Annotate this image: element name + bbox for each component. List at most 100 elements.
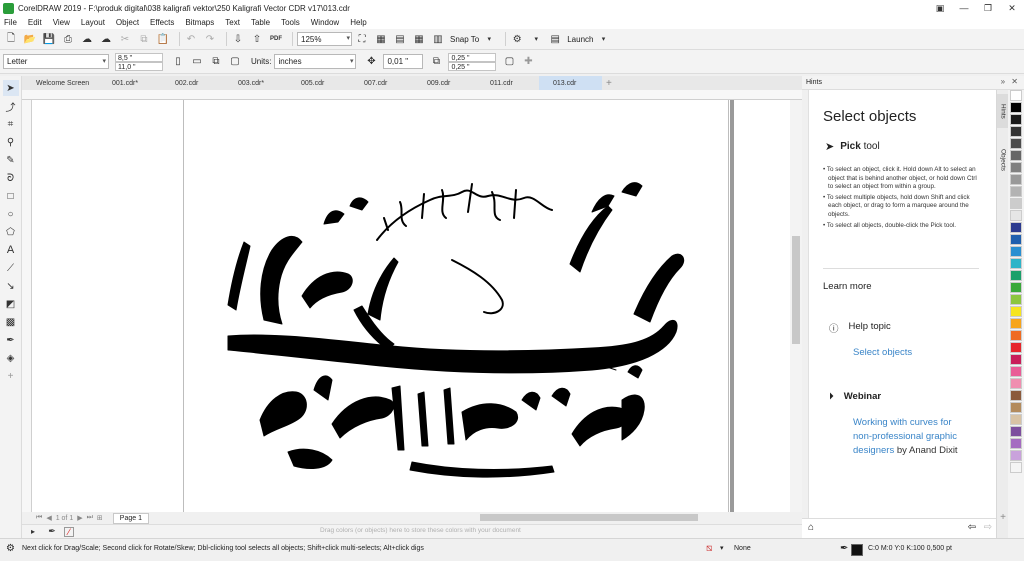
- palette-swatch[interactable]: [1010, 390, 1022, 401]
- palette-swatch[interactable]: [1010, 246, 1022, 257]
- rectangle-tool-icon[interactable]: □: [3, 188, 19, 204]
- freehand-tool-icon[interactable]: ✎: [3, 152, 19, 168]
- portrait-orientation-icon[interactable]: ▯: [171, 55, 185, 69]
- palette-swatch[interactable]: [1010, 306, 1022, 317]
- no-color-swatch-icon[interactable]: ⁄: [64, 526, 74, 537]
- drawing-canvas[interactable]: [32, 100, 790, 512]
- connector-tool-icon[interactable]: ↘: [3, 278, 19, 294]
- last-page-icon[interactable]: ⏭: [87, 514, 93, 522]
- palette-swatch[interactable]: [1010, 174, 1022, 185]
- duplicate-y-field[interactable]: 0,25 ": [448, 61, 497, 71]
- palette-swatch[interactable]: [1010, 450, 1022, 461]
- palette-swatch[interactable]: [1010, 402, 1022, 413]
- chevron-down-icon[interactable]: ▾: [482, 32, 496, 46]
- nudge-distance-field[interactable]: 0,01 ": [383, 54, 424, 69]
- export-icon[interactable]: ⇧: [250, 32, 264, 46]
- add-page-icon[interactable]: ✚: [521, 55, 535, 69]
- vertical-scroll-thumb[interactable]: [792, 236, 800, 344]
- page-size-select[interactable]: Letter ▾: [3, 54, 109, 69]
- paste-icon[interactable]: 📋: [156, 32, 170, 46]
- fill-chevron-icon[interactable]: ▾: [720, 544, 724, 552]
- zoom-tool-icon[interactable]: ⚲: [3, 134, 19, 150]
- pick-tool-icon[interactable]: ➤: [2, 80, 19, 96]
- previous-page-icon[interactable]: ◀: [46, 514, 51, 522]
- parallel-dimension-tool-icon[interactable]: ⟋: [3, 260, 19, 276]
- palette-swatch[interactable]: [1010, 426, 1022, 437]
- menu-layout[interactable]: Layout: [81, 18, 105, 27]
- vertical-ruler[interactable]: [22, 100, 32, 512]
- full-screen-preview-icon[interactable]: ▦: [374, 32, 388, 46]
- chevron-down-icon[interactable]: ▾: [596, 32, 610, 46]
- palette-swatch[interactable]: [1010, 186, 1022, 197]
- cut-icon[interactable]: ✂: [118, 32, 132, 46]
- palette-swatch[interactable]: [1010, 234, 1022, 245]
- palette-swatch[interactable]: [1010, 282, 1022, 293]
- palette-swatch[interactable]: [1010, 414, 1022, 425]
- select-objects-link[interactable]: Select objects: [853, 346, 912, 360]
- palette-swatch[interactable]: [1010, 318, 1022, 329]
- restore-docker-icon[interactable]: ▣: [928, 0, 952, 16]
- copy-icon[interactable]: ⧉: [137, 32, 151, 46]
- palette-swatch[interactable]: [1010, 270, 1022, 281]
- palette-swatch[interactable]: [1010, 90, 1022, 101]
- menu-object[interactable]: Object: [116, 18, 139, 27]
- palette-swatch[interactable]: [1010, 354, 1022, 365]
- palette-arrow-icon[interactable]: ▸: [26, 525, 40, 539]
- publish-pdf-icon[interactable]: PDF: [269, 32, 283, 46]
- add-tool-plus-icon[interactable]: +: [3, 368, 19, 384]
- menu-text[interactable]: Text: [225, 18, 240, 27]
- eyedropper-tool-icon[interactable]: ✒: [3, 332, 19, 348]
- fill-icon[interactable]: ⧅: [706, 543, 712, 554]
- menu-tools[interactable]: Tools: [281, 18, 300, 27]
- landscape-orientation-icon[interactable]: ▭: [190, 55, 204, 69]
- redo-icon[interactable]: ↷: [203, 32, 217, 46]
- tab-007[interactable]: 007.cdr: [350, 76, 413, 90]
- forward-arrow-icon[interactable]: ⇨: [984, 522, 992, 533]
- app-launcher-icon[interactable]: ▤: [548, 32, 562, 46]
- home-icon[interactable]: ⌂: [808, 522, 814, 533]
- outline-pen-icon[interactable]: ✒: [840, 543, 848, 554]
- close-button[interactable]: ✕: [1000, 0, 1024, 16]
- palette-swatch[interactable]: [1010, 102, 1022, 113]
- polygon-tool-icon[interactable]: ⬠: [3, 224, 19, 240]
- units-select[interactable]: inches ▾: [274, 54, 357, 69]
- options-gear-icon[interactable]: ⚙: [510, 32, 524, 46]
- palette-swatch[interactable]: [1010, 126, 1022, 137]
- shape-tool-icon[interactable]: ⤴: [3, 98, 19, 114]
- palette-swatch[interactable]: [1010, 378, 1022, 389]
- docker-collapse-icon[interactable]: » ✕: [1001, 77, 1020, 86]
- palette-swatch[interactable]: [1010, 114, 1022, 125]
- palette-swatch[interactable]: [1010, 222, 1022, 233]
- text-tool-icon[interactable]: A: [3, 242, 19, 258]
- tab-welcome-screen[interactable]: Welcome Screen: [22, 76, 98, 90]
- minimize-button[interactable]: —: [952, 0, 976, 16]
- snap-to-button[interactable]: Snap To: [450, 35, 479, 44]
- zoom-level-select[interactable]: 125% ▾: [297, 32, 352, 46]
- cloud-upload-icon[interactable]: ☁: [80, 32, 94, 46]
- palette-swatch[interactable]: [1010, 198, 1022, 209]
- page-height-field[interactable]: 11,0 ": [115, 61, 163, 71]
- tab-013[interactable]: 013.cdr: [539, 76, 602, 90]
- palette-swatch[interactable]: [1010, 258, 1022, 269]
- save-icon[interactable]: 💾: [42, 32, 56, 46]
- tab-001[interactable]: 001.cdr*: [98, 76, 161, 90]
- zoom-to-page-icon[interactable]: ⛶: [355, 32, 369, 46]
- page-tab-1[interactable]: Page 1: [112, 512, 149, 524]
- page-width-field[interactable]: 8,5 ": [115, 52, 163, 62]
- palette-swatch[interactable]: [1010, 294, 1022, 305]
- next-page-icon[interactable]: ▶: [77, 514, 82, 522]
- outline-color-swatch[interactable]: [851, 544, 863, 556]
- all-pages-icon[interactable]: ⧉: [209, 55, 223, 69]
- drop-shadow-tool-icon[interactable]: ◩: [3, 296, 19, 312]
- current-page-icon[interactable]: ▢: [228, 55, 242, 69]
- launch-button[interactable]: Launch: [567, 35, 593, 44]
- undo-icon[interactable]: ↶: [184, 32, 198, 46]
- horizontal-ruler[interactable]: [22, 90, 802, 100]
- show-guidelines-icon[interactable]: ▥: [431, 32, 445, 46]
- color-eyedropper-icon[interactable]: ✒: [45, 525, 59, 539]
- palette-swatch[interactable]: [1010, 210, 1022, 221]
- palette-swatch[interactable]: [1010, 342, 1022, 353]
- transparency-tool-icon[interactable]: ▩: [3, 314, 19, 330]
- status-gear-icon[interactable]: ⚙: [6, 543, 15, 554]
- show-rulers-icon[interactable]: ▤: [393, 32, 407, 46]
